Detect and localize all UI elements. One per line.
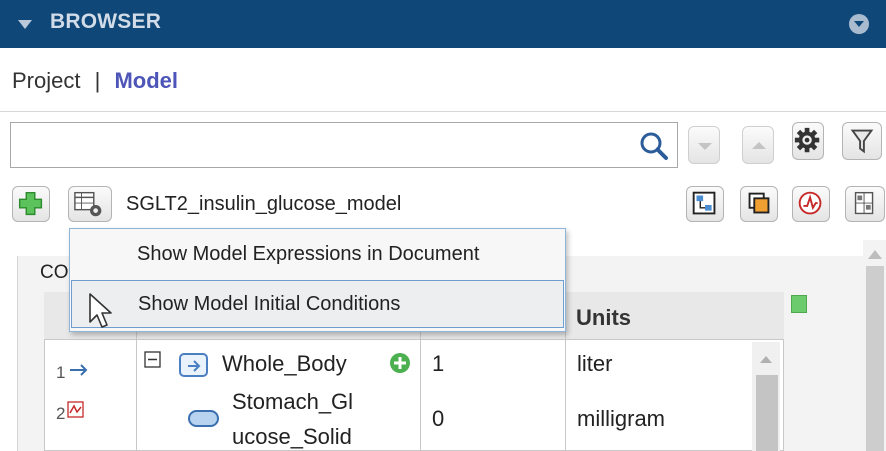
green-plus-icon: [18, 191, 43, 216]
add-child-icon[interactable]: [389, 352, 411, 374]
species-icon: [188, 410, 219, 427]
scroll-up-icon[interactable]: [760, 356, 772, 363]
components-label: CO: [40, 262, 69, 283]
panel-menu-icon[interactable]: [849, 14, 869, 34]
browser-title: BROWSER: [50, 10, 162, 33]
gear-icon: [794, 127, 820, 153]
component-value[interactable]: 1: [432, 351, 444, 377]
table-gear-icon: [74, 191, 102, 217]
plot-icon: [798, 191, 822, 215]
add-component-button[interactable]: [12, 186, 50, 222]
search-field[interactable]: [15, 127, 625, 163]
panel-scrollbar[interactable]: [863, 240, 886, 451]
matrix-view-button[interactable]: [845, 186, 885, 222]
simulate-button[interactable]: [792, 186, 830, 222]
component-name: Whole_Body: [222, 351, 347, 376]
divider: [0, 111, 886, 112]
search-icon[interactable]: [639, 131, 669, 161]
column-header-units[interactable]: Units: [576, 305, 631, 331]
chevron-up-icon: [752, 142, 766, 149]
component-units[interactable]: liter: [577, 351, 612, 377]
component-name-line1: Stomach_Gl: [232, 389, 354, 414]
plot-icon: [67, 401, 84, 418]
component-value[interactable]: 0: [432, 406, 444, 432]
model-name: SGLT2_insulin_glucose_model: [126, 193, 402, 215]
project-tab[interactable]: Project: [12, 68, 80, 93]
chevron-down-icon: [698, 143, 712, 150]
diagram-view-button[interactable]: [686, 186, 724, 222]
copy-icon: [748, 192, 770, 214]
scroll-up-icon[interactable]: [868, 250, 882, 259]
model-tab[interactable]: Model: [114, 68, 178, 93]
search-input[interactable]: [10, 122, 678, 168]
diagram-icon: [692, 191, 716, 215]
model-options-button[interactable]: [68, 186, 112, 222]
mouse-cursor-icon: [89, 293, 112, 328]
matrix-icon: [854, 191, 874, 215]
previous-result-button[interactable]: [742, 126, 774, 164]
row-number: 1: [56, 363, 66, 382]
compartment-icon: [179, 353, 208, 377]
menu-item-show-initial-conditions[interactable]: Show Model Initial Conditions: [71, 280, 564, 328]
component-units[interactable]: milligram: [577, 406, 665, 432]
model-options-menu: Show Model Expressions in Document Show …: [69, 228, 566, 332]
settings-button[interactable]: [792, 122, 824, 160]
scroll-thumb[interactable]: [756, 375, 778, 451]
scroll-thumb[interactable]: [866, 266, 884, 451]
status-indicator: [791, 295, 807, 313]
browser-titlebar: BROWSER: [0, 0, 886, 48]
collapse-node-icon[interactable]: [144, 351, 162, 369]
link-arrow-icon: [70, 364, 88, 376]
menu-item-show-expressions[interactable]: Show Model Expressions in Document: [71, 231, 564, 279]
toggle-separator: |: [94, 68, 101, 93]
next-result-button[interactable]: [688, 126, 720, 164]
collapse-triangle-icon[interactable]: [18, 20, 32, 29]
component-name-line2: ucose_Solid: [232, 424, 352, 449]
filter-button[interactable]: [842, 122, 882, 160]
view-toggle: Project | Model: [12, 68, 178, 94]
funnel-icon: [850, 129, 874, 154]
copy-button[interactable]: [740, 186, 778, 222]
table-scrollbar[interactable]: [752, 342, 780, 451]
row-number: 2: [56, 404, 66, 423]
